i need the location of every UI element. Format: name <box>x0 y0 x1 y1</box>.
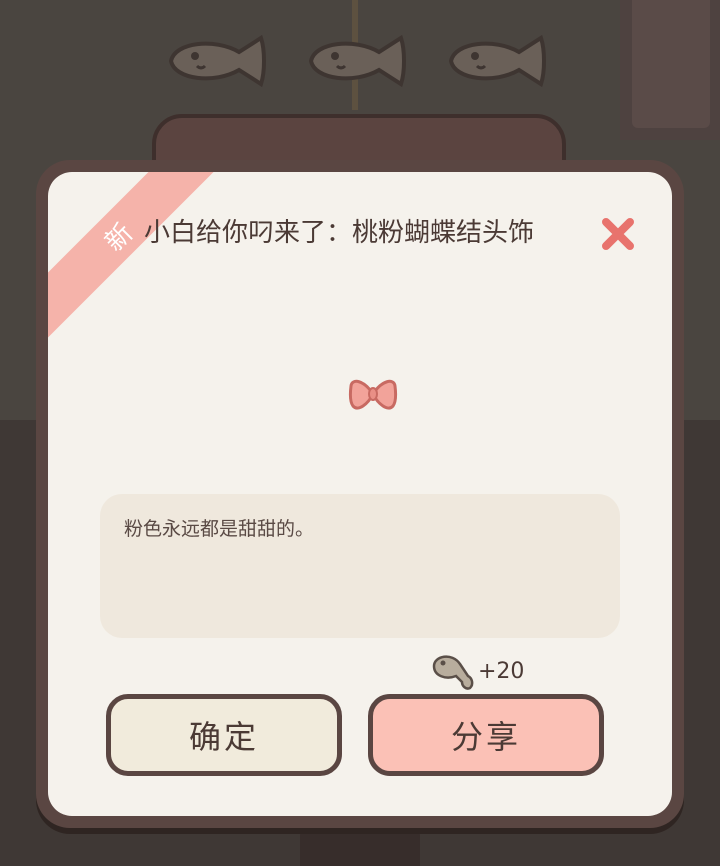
reward-indicator: +20 <box>428 648 524 694</box>
share-button[interactable]: 分享 <box>368 694 604 776</box>
dialog-title: 小白给你叼来了：桃粉蝴蝶结头饰 <box>144 218 535 248</box>
item-description-box: 粉色永远都是甜甜的。 <box>100 494 620 638</box>
confirm-button[interactable]: 确定 <box>106 694 342 776</box>
pink-bow-icon <box>348 379 398 410</box>
background-window <box>620 0 720 140</box>
reward-amount: +20 <box>478 658 525 684</box>
fish-icon <box>308 34 406 88</box>
item-description: 粉色永远都是甜甜的。 <box>124 518 315 540</box>
close-icon[interactable] <box>598 214 638 254</box>
dialog-panel: 新 小白给你叼来了：桃粉蝴蝶结头饰 粉色永远都是甜甜的。 +20 确定 分享 <box>48 172 672 816</box>
new-badge-label: 新 <box>99 216 141 258</box>
item-received-dialog: 新 小白给你叼来了：桃粉蝴蝶结头饰 粉色永远都是甜甜的。 +20 确定 分享 <box>36 160 684 828</box>
fish-icon <box>448 34 546 88</box>
fish-currency-icon <box>432 655 474 690</box>
background-table-leg <box>300 826 420 866</box>
new-badge-ribbon: 新 <box>48 172 227 344</box>
fish-icon <box>168 34 266 88</box>
